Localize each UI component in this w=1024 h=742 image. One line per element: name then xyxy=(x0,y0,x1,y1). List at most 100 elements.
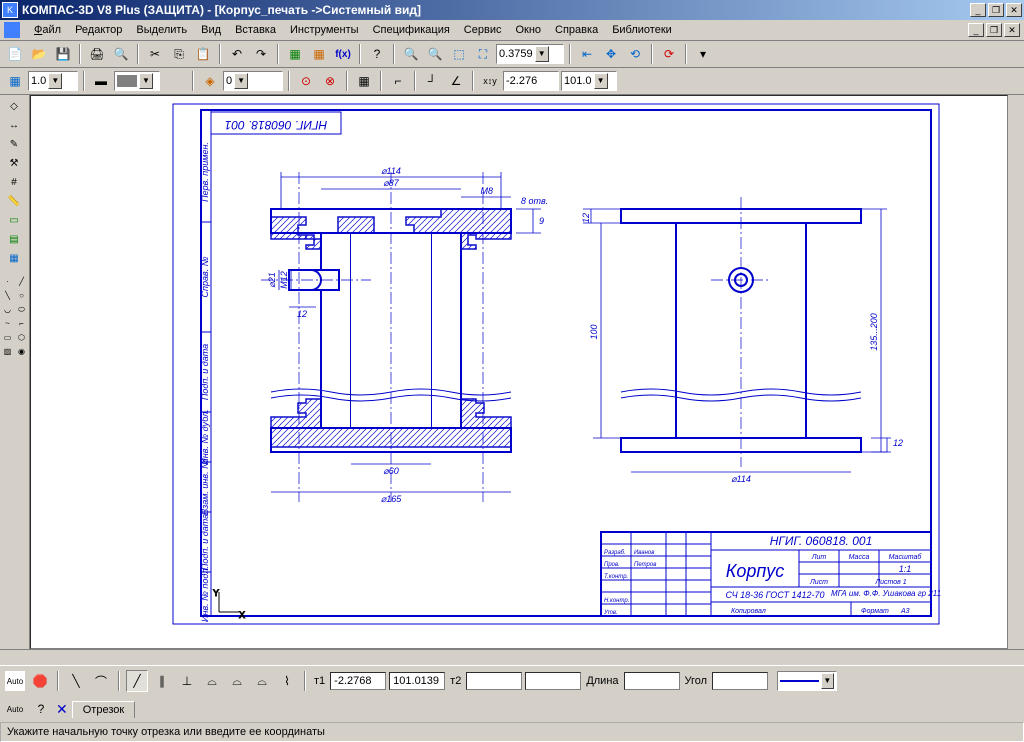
layer-combo[interactable]: 0▼ xyxy=(223,71,283,91)
dimension-tool[interactable]: ↔ xyxy=(1,116,27,134)
hint-button[interactable]: Auto xyxy=(4,698,26,720)
local-cs-button[interactable]: ⌐ xyxy=(387,70,409,92)
circle-tool[interactable]: ○ xyxy=(15,289,28,302)
style-line1[interactable]: ╲ xyxy=(65,670,87,692)
close-button[interactable]: ✕ xyxy=(1006,3,1022,17)
point-tool[interactable]: · xyxy=(1,275,14,288)
zoom-combo[interactable]: 0.3759▼ xyxy=(496,44,564,64)
snap-mid-button[interactable]: ⊗ xyxy=(319,70,341,92)
seg-tan2[interactable]: ⌓ xyxy=(226,670,248,692)
save-button[interactable]: 💾 xyxy=(52,43,74,65)
pan-left-button[interactable]: ⇤ xyxy=(576,43,598,65)
seg-parallel[interactable]: ∥ xyxy=(151,670,173,692)
lineweight-combo[interactable]: 1.0▼ xyxy=(28,71,78,91)
zoom-window-button[interactable]: ⬚ xyxy=(448,43,470,65)
menu-spec[interactable]: Спецификация xyxy=(367,22,456,38)
redraw-button[interactable]: ⟳ xyxy=(658,43,680,65)
contour-tool[interactable]: ◉ xyxy=(15,345,28,358)
fx-button[interactable]: f(x) xyxy=(332,43,354,65)
t2y-input[interactable] xyxy=(525,672,581,690)
menu-edit[interactable]: Редактор xyxy=(69,22,128,38)
scrollbar-horizontal[interactable] xyxy=(0,649,1024,665)
fillet-tool[interactable]: ⌐ xyxy=(15,317,28,330)
views-button[interactable]: ▾ xyxy=(692,43,714,65)
ortho-button[interactable]: ▦ xyxy=(353,70,375,92)
grid-button[interactable]: ▦ xyxy=(4,70,26,92)
seg-perp[interactable]: ⊥ xyxy=(176,670,198,692)
style-line2[interactable]: ⌒ xyxy=(90,670,112,692)
geometry-tool[interactable]: ◇ xyxy=(1,97,27,115)
aux-line-tool[interactable]: ╱ xyxy=(15,275,28,288)
variables-button[interactable]: ▦ xyxy=(308,43,330,65)
layer-icon[interactable]: ◈ xyxy=(199,70,221,92)
new-button[interactable]: 📄 xyxy=(4,43,26,65)
menu-window[interactable]: Окно xyxy=(509,22,547,38)
step-button[interactable]: ┘ xyxy=(421,70,443,92)
zoom-out-button[interactable]: 🔍 xyxy=(424,43,446,65)
menu-select[interactable]: Выделить xyxy=(130,22,193,38)
rect-tool[interactable]: ▭ xyxy=(1,331,14,344)
spline-tool[interactable]: ~ xyxy=(1,317,14,330)
measure-tool[interactable]: 📏 xyxy=(1,192,27,210)
seg-simple[interactable]: ╱ xyxy=(126,670,148,692)
pan-button[interactable]: ✥ xyxy=(600,43,622,65)
menu-view[interactable]: Вид xyxy=(195,22,227,38)
t1y-input[interactable] xyxy=(389,672,445,690)
param-tool[interactable]: # xyxy=(1,173,27,191)
menu-libs[interactable]: Библиотеки xyxy=(606,22,678,38)
angle-input[interactable] xyxy=(712,672,768,690)
mdi-minimize[interactable]: _ xyxy=(968,23,984,37)
t1x-input[interactable] xyxy=(330,672,386,690)
linestyle-combo[interactable]: ▼ xyxy=(777,671,837,691)
coord-x-field[interactable]: -2.276 xyxy=(503,71,559,91)
line-tool[interactable]: ╲ xyxy=(1,289,14,302)
undo-button[interactable]: ↶ xyxy=(226,43,248,65)
coord-y-field[interactable]: 101.0▼ xyxy=(561,71,617,91)
seg-tan3[interactable]: ⌓ xyxy=(251,670,273,692)
edit-tool[interactable]: ⚒ xyxy=(1,154,27,172)
properties-button[interactable]: ▦ xyxy=(284,43,306,65)
restore-button[interactable]: ❐ xyxy=(988,3,1004,17)
cut-button[interactable]: ✂ xyxy=(144,43,166,65)
rotate-button[interactable]: ⟲ xyxy=(624,43,646,65)
preview-button[interactable]: 🔍 xyxy=(110,43,132,65)
angle-step-button[interactable]: ∠ xyxy=(445,70,467,92)
seg-tan[interactable]: ⌓ xyxy=(201,670,223,692)
print-button[interactable]: 🖨 xyxy=(86,43,108,65)
color-combo[interactable]: ▼ xyxy=(114,71,160,91)
help-pointer-button[interactable]: ? xyxy=(366,43,388,65)
redo-button[interactable]: ↷ xyxy=(250,43,272,65)
zoom-in-button[interactable]: 🔍 xyxy=(400,43,422,65)
select-tool[interactable]: ▭ xyxy=(1,211,27,229)
doc-icon[interactable] xyxy=(4,22,20,38)
help-button[interactable]: ? xyxy=(30,698,52,720)
copy-button[interactable]: ⎘ xyxy=(168,43,190,65)
arc-tool[interactable]: ◡ xyxy=(1,303,14,316)
mdi-restore[interactable]: ❐ xyxy=(986,23,1002,37)
minimize-button[interactable]: _ xyxy=(970,3,986,17)
seg-chain[interactable]: ⌇ xyxy=(276,670,298,692)
xy-button[interactable]: x↕y xyxy=(479,70,501,92)
canvas[interactable]: НГИГ. 060818. 001 Перв. примен. Справ. №… xyxy=(30,95,1008,649)
paste-button[interactable]: 📋 xyxy=(192,43,214,65)
mdi-close[interactable]: ✕ xyxy=(1004,23,1020,37)
menu-help[interactable]: Справка xyxy=(549,22,604,38)
menu-file[interactable]: Файл xyxy=(28,22,67,38)
snap-end-button[interactable]: ⊙ xyxy=(295,70,317,92)
linestyle-button[interactable]: ▬ xyxy=(90,70,112,92)
menu-service[interactable]: Сервис xyxy=(458,22,508,38)
scrollbar-vertical[interactable] xyxy=(1008,95,1024,649)
assoc-tool[interactable]: ▦ xyxy=(1,249,27,267)
stop-button[interactable]: 🛑 xyxy=(29,670,51,692)
hatch-tool[interactable]: ▨ xyxy=(1,345,14,358)
length-input[interactable] xyxy=(624,672,680,690)
spec-tool[interactable]: ▤ xyxy=(1,230,27,248)
zoom-fit-button[interactable]: ⛶ xyxy=(472,43,494,65)
auto-create-button[interactable]: Auto xyxy=(4,670,26,692)
menu-tools[interactable]: Инструменты xyxy=(284,22,365,38)
t2x-input[interactable] xyxy=(466,672,522,690)
tab-segment[interactable]: Отрезок xyxy=(72,701,135,718)
open-button[interactable]: 📂 xyxy=(28,43,50,65)
menu-insert[interactable]: Вставка xyxy=(229,22,282,38)
ellipse-tool[interactable]: ⬭ xyxy=(15,303,28,316)
